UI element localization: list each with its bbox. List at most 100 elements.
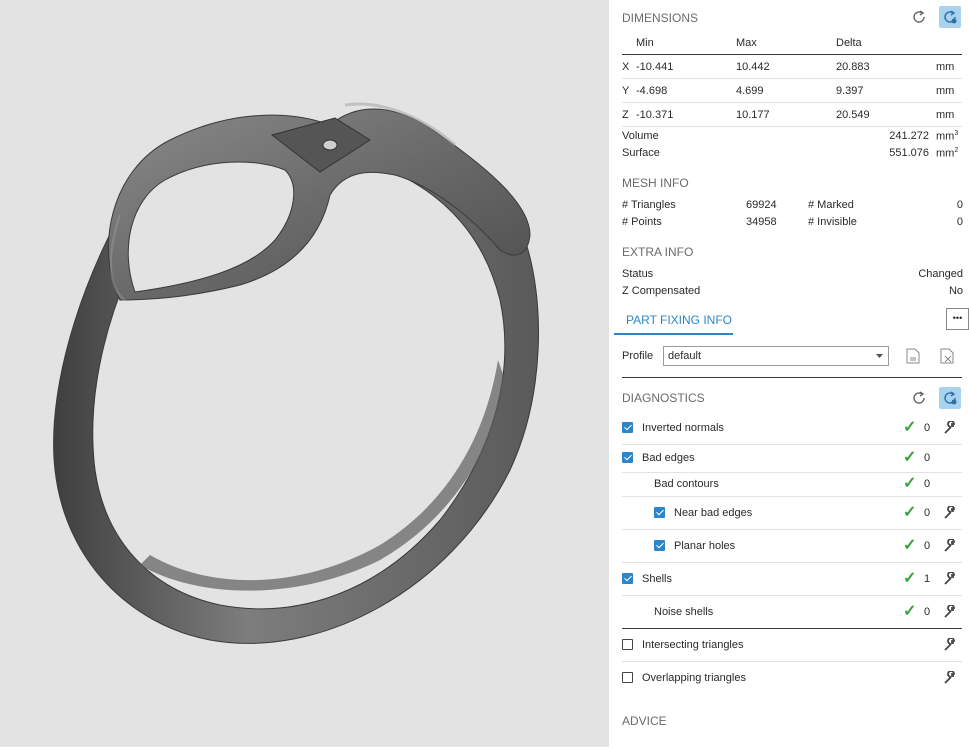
dimensions-title: DIMENSIONS bbox=[622, 11, 699, 25]
triangles-value: 69924 bbox=[746, 199, 777, 211]
diagnostic-count: 0 bbox=[924, 507, 931, 519]
planar-holes-checkbox[interactable] bbox=[654, 540, 665, 551]
delta-value: 9.397 bbox=[836, 85, 864, 97]
dropdown-arrow-icon bbox=[876, 354, 883, 358]
status-label: Status bbox=[622, 268, 654, 280]
delete-profile-icon bbox=[940, 348, 954, 364]
volume-label: Volume bbox=[622, 130, 659, 142]
auto-refresh-button[interactable] bbox=[939, 6, 961, 28]
wrench-icon[interactable] bbox=[943, 421, 957, 435]
shells-checkbox[interactable] bbox=[622, 573, 633, 584]
diagnostic-label: Intersecting triangles bbox=[642, 639, 744, 651]
wrench-icon[interactable] bbox=[943, 572, 957, 586]
mesh-info-title: MESH INFO bbox=[622, 176, 689, 190]
extra-info-title: EXTRA INFO bbox=[622, 245, 694, 259]
checkmark-icon: ✓ bbox=[903, 475, 917, 492]
checkmark-icon: ✓ bbox=[903, 419, 917, 436]
invisible-label: # Invisible bbox=[808, 216, 857, 228]
z-compensated-value: No bbox=[948, 285, 963, 297]
profile-select[interactable]: default bbox=[663, 346, 889, 366]
diagnostic-count: 0 bbox=[924, 422, 931, 434]
checkmark-icon: ✓ bbox=[903, 603, 917, 620]
unit: mm bbox=[936, 109, 955, 121]
properties-panel: DIMENSIONS Min Max Delta X -10.441 10.44… bbox=[609, 0, 969, 747]
wrench-icon[interactable] bbox=[943, 605, 957, 619]
surface-value: 551.076 bbox=[889, 147, 929, 159]
diagnostics-title: DIAGNOSTICS bbox=[622, 391, 705, 405]
unit: mm bbox=[936, 61, 955, 73]
more-options-button[interactable]: ••• bbox=[946, 308, 969, 330]
min-value: -10.371 bbox=[636, 109, 674, 121]
save-profile-icon bbox=[906, 348, 920, 364]
volume-unit: mm3 bbox=[936, 130, 959, 143]
diagnostic-label: Near bad edges bbox=[674, 507, 753, 519]
diagnostic-count: 0 bbox=[924, 452, 931, 464]
delete-profile-button[interactable] bbox=[936, 345, 958, 367]
axis-label: Y bbox=[622, 85, 630, 97]
diagnostic-label: Planar holes bbox=[674, 540, 736, 552]
bad-edges-checkbox[interactable] bbox=[622, 452, 633, 463]
max-value: 4.699 bbox=[736, 85, 764, 97]
profile-select-value: default bbox=[668, 350, 702, 362]
unit: mm bbox=[936, 85, 955, 97]
axis-label: X bbox=[622, 61, 630, 73]
tab-part-fixing-info[interactable]: PART FIXING INFO bbox=[626, 313, 732, 327]
max-value: 10.177 bbox=[736, 109, 770, 121]
wrench-icon[interactable] bbox=[943, 506, 957, 520]
surface-label: Surface bbox=[622, 147, 660, 159]
save-profile-button[interactable] bbox=[902, 345, 924, 367]
profile-label: Profile bbox=[622, 350, 654, 362]
delta-value: 20.883 bbox=[836, 61, 870, 73]
diagnostic-label: Bad contours bbox=[654, 478, 719, 490]
diagnostics-refresh-button[interactable] bbox=[908, 387, 930, 409]
min-value: -4.698 bbox=[636, 85, 668, 97]
diagnostic-label: Overlapping triangles bbox=[642, 672, 746, 684]
header-max: Max bbox=[736, 37, 757, 49]
delta-value: 20.549 bbox=[836, 109, 870, 121]
diagnostic-count: 0 bbox=[924, 540, 931, 552]
diagnostic-count: 1 bbox=[924, 573, 931, 585]
ring-model bbox=[53, 102, 540, 644]
overlapping-triangles-checkbox[interactable] bbox=[622, 672, 633, 683]
refresh-auto-icon bbox=[944, 10, 957, 24]
axis-label: Z bbox=[622, 109, 629, 121]
refresh-auto-icon bbox=[944, 391, 957, 405]
diagnostic-label: Inverted normals bbox=[642, 422, 724, 434]
volume-value: 241.272 bbox=[889, 130, 929, 142]
diagnostic-count: 0 bbox=[924, 606, 931, 618]
checkmark-icon: ✓ bbox=[903, 449, 917, 466]
surface-unit: mm2 bbox=[936, 147, 959, 160]
tab-underline bbox=[614, 333, 733, 335]
wrench-icon[interactable] bbox=[943, 539, 957, 553]
z-compensated-label: Z Compensated bbox=[622, 285, 701, 297]
marked-value: 0 bbox=[956, 199, 963, 211]
advice-title: ADVICE bbox=[622, 714, 667, 728]
invisible-value: 0 bbox=[956, 216, 963, 228]
wrench-icon[interactable] bbox=[943, 638, 957, 652]
wrench-icon[interactable] bbox=[943, 671, 957, 685]
triangles-label: # Triangles bbox=[622, 199, 676, 211]
diagnostic-label: Shells bbox=[642, 573, 672, 585]
status-value: Changed bbox=[918, 268, 963, 280]
diagnostic-count: 0 bbox=[924, 478, 931, 490]
points-value: 34958 bbox=[746, 216, 777, 228]
3d-viewport[interactable] bbox=[0, 0, 609, 747]
max-value: 10.442 bbox=[736, 61, 770, 73]
checkmark-icon: ✓ bbox=[903, 537, 917, 554]
points-label: # Points bbox=[622, 216, 662, 228]
min-value: -10.441 bbox=[636, 61, 674, 73]
checkmark-icon: ✓ bbox=[903, 570, 917, 587]
inverted-normals-checkbox[interactable] bbox=[622, 422, 633, 433]
checkmark-icon: ✓ bbox=[903, 504, 917, 521]
refresh-icon bbox=[913, 391, 925, 404]
diagnostics-auto-refresh-button[interactable] bbox=[939, 387, 961, 409]
intersecting-triangles-checkbox[interactable] bbox=[622, 639, 633, 650]
diagnostic-label: Noise shells bbox=[654, 606, 714, 618]
header-delta: Delta bbox=[836, 37, 862, 49]
marked-label: # Marked bbox=[808, 199, 854, 211]
near-bad-edges-checkbox[interactable] bbox=[654, 507, 665, 518]
diagnostic-label: Bad edges bbox=[642, 452, 695, 464]
refresh-button[interactable] bbox=[908, 6, 930, 28]
header-min: Min bbox=[636, 37, 654, 49]
refresh-icon bbox=[913, 10, 925, 23]
